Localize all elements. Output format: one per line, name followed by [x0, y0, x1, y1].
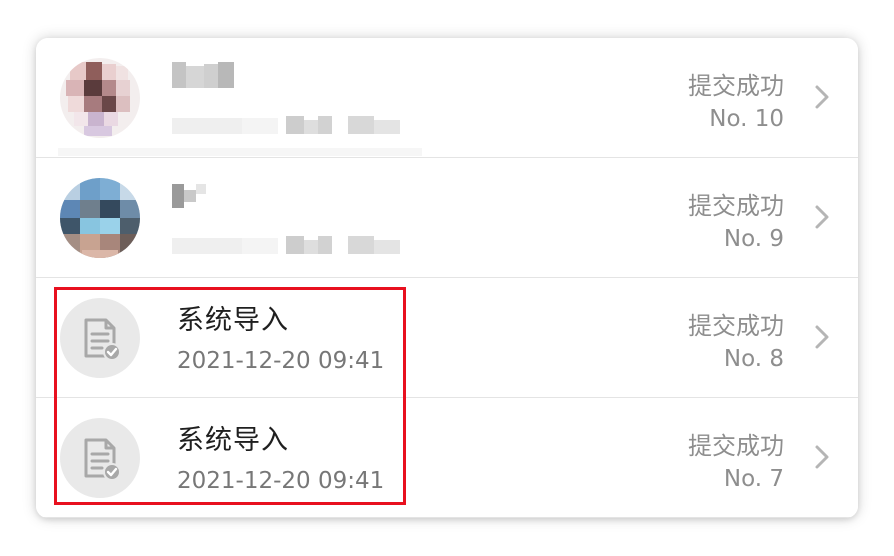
record-title: 系统导入	[177, 425, 289, 456]
chevron-right-icon	[815, 205, 829, 229]
avatar	[60, 178, 140, 258]
status-label: 提交成功	[688, 72, 784, 100]
divider	[36, 517, 858, 518]
document-check-icon	[60, 418, 140, 498]
list-item[interactable]: 系统导入 2021-12-20 09:41 提交成功 No. 8	[36, 278, 858, 397]
chevron-right-icon	[815, 325, 829, 349]
submission-list: 提交成功 No. 10 提交成功 No. 9 系统导入 2021-12-20 0…	[36, 38, 858, 518]
record-number: No. 8	[723, 346, 784, 372]
record-number: No. 9	[723, 226, 784, 252]
status-label: 提交成功	[688, 432, 784, 460]
status-label: 提交成功	[688, 192, 784, 220]
record-time: 2021-12-20 09:41	[177, 348, 385, 374]
record-time: 2021-12-20 09:41	[177, 468, 385, 494]
row-shade	[58, 148, 422, 156]
list-item[interactable]: 系统导入 2021-12-20 09:41 提交成功 No. 7	[36, 398, 858, 517]
chevron-right-icon	[815, 445, 829, 469]
record-number: No. 10	[709, 106, 784, 132]
record-number: No. 7	[723, 466, 784, 492]
screenshot-stage: 提交成功 No. 10 提交成功 No. 9 系统导入 2021-12-20 0…	[0, 0, 894, 556]
list-item[interactable]: 提交成功 No. 9	[36, 158, 858, 277]
status-label: 提交成功	[688, 312, 784, 340]
list-item[interactable]: 提交成功 No. 10	[36, 38, 858, 157]
record-title: 系统导入	[177, 305, 289, 336]
chevron-right-icon	[815, 85, 829, 109]
avatar	[60, 58, 140, 138]
document-check-icon	[60, 298, 140, 378]
